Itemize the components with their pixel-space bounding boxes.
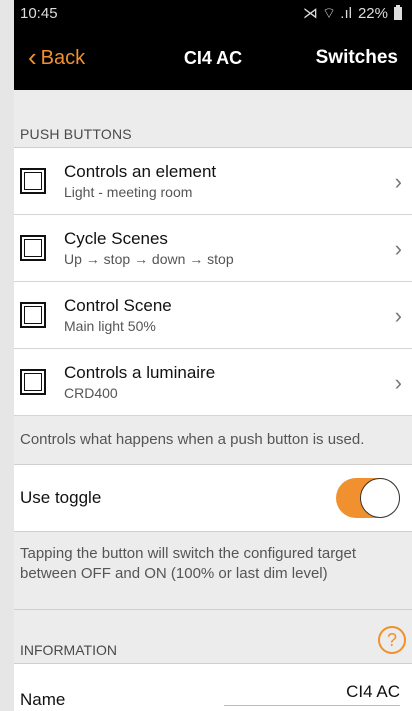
push-buttons-note: Controls what happens when a push button…: [14, 416, 412, 465]
list-item-title: Controls a luminaire: [64, 363, 216, 382]
use-toggle-switch[interactable]: [336, 478, 400, 518]
push-button-icon: [20, 302, 46, 328]
status-bar: 10:45 ⋊ ⌔ .ıl 22%: [14, 0, 412, 26]
name-label: Name: [20, 690, 66, 709]
push-button-icon: [20, 369, 46, 395]
list-item-subtitle: Main light 50%: [64, 318, 156, 334]
list-item[interactable]: Controls an element Light - meeting room…: [14, 148, 412, 215]
list-item-subtitle: Up → stop → down → stop: [64, 251, 234, 267]
list-item-title: Controls an element: [64, 162, 217, 181]
chevron-right-icon: ›: [394, 168, 402, 194]
signal-icons: ⋊ ⌔ .ıl: [302, 4, 352, 22]
back-label: Back: [40, 46, 86, 69]
name-field[interactable]: CI4 AC: [224, 682, 400, 706]
battery-percent: 22%: [357, 4, 388, 22]
section-header-information: INFORMATION ?: [14, 610, 412, 664]
battery-icon: [394, 4, 402, 20]
main-content: PUSH BUTTONS Controls an element Light -…: [14, 90, 412, 711]
status-time: 10:45: [20, 4, 58, 22]
back-button[interactable]: ‹ Back: [28, 26, 85, 90]
chevron-right-icon: ›: [394, 235, 402, 261]
switches-button[interactable]: Switches: [316, 26, 398, 90]
help-icon[interactable]: ?: [378, 626, 406, 654]
list-item[interactable]: Control Scene Main light 50% ›: [14, 282, 412, 349]
app-frame: 10:45 ⋊ ⌔ .ıl 22% ‹ Back CI4 AC Switches…: [0, 0, 412, 711]
information-header-label: INFORMATION: [20, 642, 117, 658]
toggle-note: Tapping the button will switch the confi…: [14, 532, 412, 610]
status-icons: ⋊ ⌔ .ıl 22%: [303, 4, 402, 23]
list-item-subtitle: Light - meeting room: [64, 184, 193, 200]
nav-bar: ‹ Back CI4 AC Switches: [14, 26, 412, 90]
use-toggle-row: Use toggle: [14, 465, 412, 532]
list-item[interactable]: Controls a luminaire CRD400 ›: [14, 349, 412, 416]
list-item-title: Control Scene: [64, 296, 172, 315]
list-item-title: Cycle Scenes: [64, 229, 168, 248]
use-toggle-label: Use toggle: [20, 488, 102, 507]
chevron-left-icon: ‹: [28, 42, 37, 72]
name-row: Name CI4 AC: [14, 664, 412, 711]
section-header-push-buttons: PUSH BUTTONS: [14, 90, 412, 148]
switch-knob: [360, 478, 400, 518]
push-button-icon: [20, 168, 46, 194]
chevron-right-icon: ›: [394, 369, 402, 395]
push-button-icon: [20, 235, 46, 261]
list-item[interactable]: Cycle Scenes Up → stop → down → stop ›: [14, 215, 412, 282]
list-item-subtitle: CRD400: [64, 385, 118, 401]
chevron-right-icon: ›: [394, 302, 402, 328]
